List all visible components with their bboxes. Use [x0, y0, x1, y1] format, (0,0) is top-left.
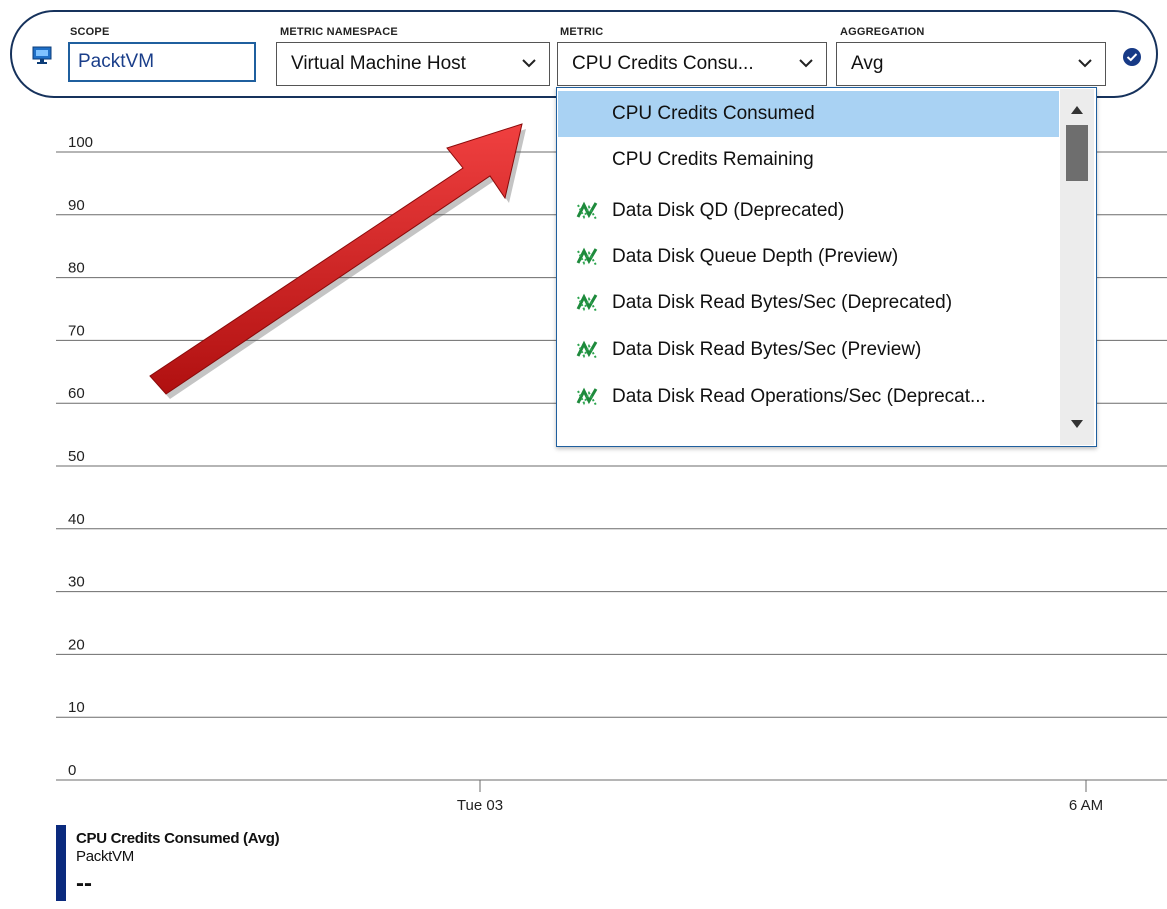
- dropdown-item-data-disk-read-operations[interactable]: Data Disk Read Operations/Sec (Deprecat.…: [558, 374, 1059, 420]
- dropdown-item-cpu-credits-remaining[interactable]: CPU Credits Remaining: [558, 137, 1059, 183]
- dropdown-item-label: Data Disk Queue Depth (Preview): [612, 246, 899, 267]
- legend-value: --: [76, 870, 92, 897]
- dropdown-item-data-disk-read-bytes-preview[interactable]: Data Disk Read Bytes/Sec (Preview): [558, 327, 1059, 373]
- metric-icon: [576, 247, 598, 267]
- dropdown-item-label: Data Disk Read Bytes/Sec (Deprecated): [612, 292, 953, 313]
- scrollbar-thumb[interactable]: [1066, 125, 1088, 181]
- dropdown-item-label: CPU Credits Consumed: [612, 103, 815, 124]
- scroll-up-arrow-icon[interactable]: [1070, 105, 1084, 115]
- dropdown-item-data-disk-read-bytes-deprecated[interactable]: Data Disk Read Bytes/Sec (Deprecated): [558, 280, 1059, 326]
- dropdown-item-cpu-credits-consumed[interactable]: CPU Credits Consumed: [558, 91, 1059, 137]
- legend-series-color: [56, 825, 66, 901]
- dropdown-item-label: CPU Credits Remaining: [612, 149, 814, 170]
- dropdown-item-label: Data Disk QD (Deprecated): [612, 200, 845, 221]
- metric-icon: [576, 293, 598, 313]
- metric-icon: [576, 340, 598, 360]
- scroll-down-arrow-icon[interactable]: [1070, 419, 1084, 429]
- metric-dropdown-list: CPU Credits Consumed CPU Credits Remaini…: [556, 87, 1097, 447]
- metric-icon: [576, 201, 598, 221]
- legend-title: CPU Credits Consumed (Avg): [76, 830, 280, 847]
- dropdown-scrollbar[interactable]: [1060, 89, 1094, 445]
- metric-icon: [576, 387, 598, 407]
- dropdown-item-label: Data Disk Read Operations/Sec (Deprecat.…: [612, 386, 986, 407]
- dropdown-item-label: Data Disk Read Bytes/Sec (Preview): [612, 339, 922, 360]
- dropdown-item-data-disk-qd[interactable]: Data Disk QD (Deprecated): [558, 188, 1059, 234]
- dropdown-item-data-disk-queue-depth[interactable]: Data Disk Queue Depth (Preview): [558, 234, 1059, 280]
- legend-subtitle: PacktVM: [76, 848, 134, 865]
